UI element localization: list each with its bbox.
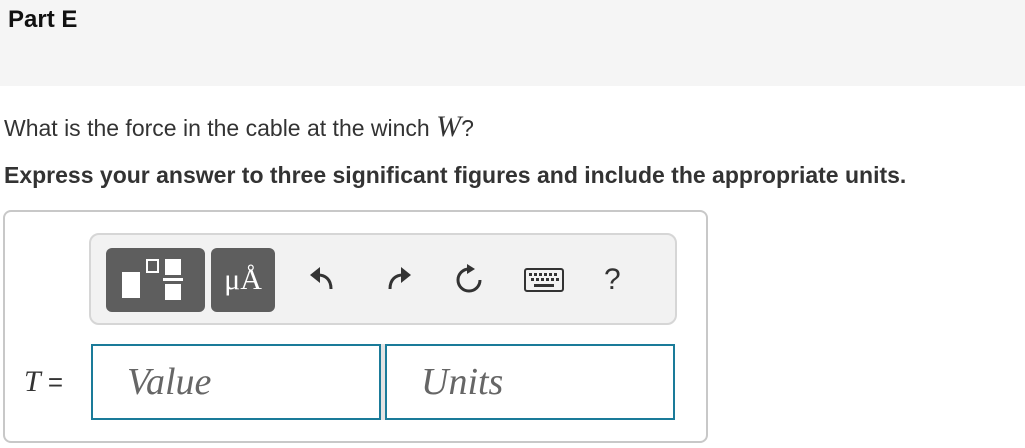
help-button[interactable]: ? xyxy=(604,262,621,298)
part-title: Part E xyxy=(8,6,78,33)
question-text: What is the force in the cable at the wi… xyxy=(4,110,474,144)
redo-icon xyxy=(388,267,411,290)
redo-button[interactable] xyxy=(380,262,418,298)
reset-button[interactable] xyxy=(450,262,488,298)
keyboard-button[interactable] xyxy=(523,262,565,298)
undo-icon xyxy=(310,267,333,290)
keyboard-icon xyxy=(524,268,564,292)
fraction-template-icon xyxy=(122,259,183,300)
question-prefix: What is the force in the cable at the wi… xyxy=(4,115,437,141)
equals-sign: = xyxy=(47,367,64,397)
reset-icon xyxy=(456,264,482,293)
units-input[interactable]: Units xyxy=(385,344,675,420)
answer-label: T = xyxy=(24,365,63,399)
undo-button[interactable] xyxy=(303,262,341,298)
units-button[interactable]: μÅ xyxy=(211,248,275,312)
question-suffix: ? xyxy=(461,115,474,141)
value-input[interactable]: Value xyxy=(91,344,381,420)
templates-button[interactable] xyxy=(106,248,205,312)
answer-variable: T xyxy=(24,365,41,398)
question-variable: W xyxy=(436,110,462,143)
part-header: Part E xyxy=(0,0,1025,86)
instruction-text: Express your answer to three significant… xyxy=(4,162,907,188)
